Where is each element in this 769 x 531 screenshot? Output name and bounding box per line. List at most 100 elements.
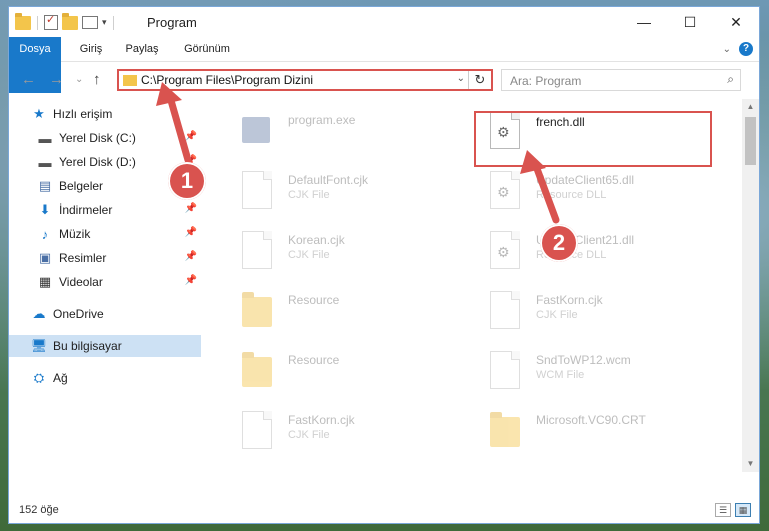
file-list: program.exe ⚙ french.dll DefaultFont.cjk… [214,99,734,484]
file-name: program.exe [288,113,356,127]
large-icons-view-icon[interactable]: ▦ [735,503,751,517]
file-type: CJK File [288,189,330,201]
navigation-bar: ← → ⌄ ↑ C:\Program Files\Program Dizini … [9,62,759,96]
close-button[interactable]: ✕ [713,7,759,37]
highlight-box [474,111,712,167]
file-name: Resource [288,353,340,367]
file-type: CJK File [288,429,330,441]
pin-icon[interactable]: 📌 [185,203,197,214]
window-title: Program [147,15,197,30]
zip-folder-icon [490,412,520,447]
address-bar[interactable]: C:\Program Files\Program Dizini ⌄ ↻ [117,69,493,91]
up-arrow-icon[interactable]: ↑ [93,71,101,88]
file-type: Resource DLL [536,189,607,201]
details-view-icon[interactable]: ☰ [715,503,731,517]
download-icon: ⬇ [39,202,51,217]
sidebar-item-music[interactable]: ♪ Müzik 📌 [9,223,201,245]
sidebar-item-label: Ağ [53,371,68,385]
rename-icon[interactable] [82,16,98,29]
file-icon [490,351,520,389]
sidebar-item-label: Yerel Disk (C:) [59,131,136,145]
recent-locations-chevron-icon[interactable]: ⌄ [75,74,83,85]
refresh-icon[interactable]: ↻ [468,71,491,89]
scroll-up-icon[interactable]: ▲ [742,99,759,115]
pin-icon[interactable]: 📌 [185,275,197,286]
scrollbar-thumb[interactable] [745,117,756,165]
file-name: Korean.cjk [288,233,345,247]
videos-icon: ▦ [38,274,52,289]
sidebar-item-label: Bu bilgisayar [53,339,122,353]
dll-icon: ⚙ [490,231,520,269]
file-icon [242,231,272,269]
folder-icon [123,75,137,86]
star-icon: ★ [33,106,45,121]
sidebar-item-label: Belgeler [59,179,104,193]
sidebar-item-label: Hızlı erişim [53,107,113,121]
back-arrow-icon[interactable]: ← [21,71,36,88]
file-item[interactable]: FastKorn.cjk CJK File [224,405,454,461]
properties-icon[interactable] [44,13,58,30]
sidebar-item-pictures[interactable]: ▣ Resimler 📌 [9,247,201,269]
minimize-button[interactable]: — [621,7,667,37]
tab-share[interactable]: Paylaş [117,37,167,61]
sidebar-item-local-disk-c[interactable]: ▬ Yerel Disk (C:) 📌 [9,127,201,149]
folder-icon [242,352,272,387]
vertical-scrollbar[interactable]: ▲ ▼ [742,99,759,472]
search-box[interactable]: ⌕ [501,69,741,91]
file-item[interactable]: Resource [224,345,454,401]
callout-1: 1 [168,162,206,200]
item-count: 152 öğe [19,504,59,516]
file-type: CJK File [288,249,330,261]
tab-view[interactable]: Görünüm [177,37,237,61]
divider [37,15,38,30]
expand-ribbon-chevron-icon[interactable]: ⌄ [723,44,731,55]
search-input[interactable] [508,71,712,91]
new-folder-icon[interactable] [62,12,78,30]
pin-icon[interactable]: 📌 [185,251,197,262]
pin-icon[interactable]: 📌 [185,227,197,238]
pin-icon[interactable]: 📌 [185,131,197,142]
file-type: WCM File [536,369,585,381]
customize-chevron-icon[interactable]: ▾ [102,17,107,28]
sidebar-item-downloads[interactable]: ⬇ İndirmeler 📌 [9,199,201,221]
file-icon [242,171,272,209]
file-item[interactable]: FastKorn.cjk CJK File [472,285,702,341]
help-button[interactable]: ? [739,42,753,56]
navigation-pane: ★ Hızlı erişim ▬ Yerel Disk (C:) 📌 ▬ Yer… [9,103,201,483]
sidebar-item-quick-access[interactable]: ★ Hızlı erişim [9,103,201,125]
status-bar: 152 öğe ☰ ▦ [9,499,759,523]
file-item[interactable]: ⚙ UpdateClient65.dll Resource DLL [472,165,702,221]
sidebar-item-videos[interactable]: ▦ Videolar 📌 [9,271,201,293]
exe-icon [242,117,270,143]
address-dropdown-chevron-icon[interactable]: ⌄ [457,73,465,84]
drive-icon: ▬ [38,130,52,146]
ribbon-tabs: Dosya Giriş Paylaş Görünüm ⌄ ? [9,37,759,93]
sidebar-item-this-pc[interactable]: 🖥 Bu bilgisayar [9,335,201,357]
file-name: FastKorn.cjk [288,413,355,427]
file-item[interactable]: Korean.cjk CJK File [224,225,454,281]
callout-2: 2 [540,224,578,262]
sidebar-item-label: Videolar [59,275,103,289]
tab-home[interactable]: Giriş [71,37,111,61]
file-name: Resource [288,293,340,307]
file-item[interactable]: ⚙ UpdateClient21.dll Resource DLL [472,225,702,281]
file-item[interactable]: Resource [224,285,454,341]
sidebar-item-label: İndirmeler [59,203,113,217]
sidebar-item-label: Yerel Disk (D:) [59,155,136,169]
scroll-down-icon[interactable]: ▼ [742,456,759,472]
address-path[interactable]: C:\Program Files\Program Dizini [141,73,313,87]
documents-icon: ▤ [38,178,52,193]
gear-icon: ⚙ [497,184,510,200]
search-icon[interactable]: ⌕ [727,72,734,87]
file-item[interactable]: DefaultFont.cjk CJK File [224,165,454,221]
sidebar-item-onedrive[interactable]: ☁ OneDrive [9,303,201,325]
forward-arrow-icon[interactable]: → [49,71,64,88]
maximize-button[interactable]: ☐ [667,7,713,37]
file-name: DefaultFont.cjk [288,173,369,187]
sidebar-item-label: OneDrive [53,307,104,321]
file-item[interactable]: Microsoft.VC90.CRT [472,405,702,461]
file-item[interactable]: SndToWP12.wcm WCM File [472,345,702,401]
view-switcher: ☰ ▦ [715,503,751,517]
file-item[interactable]: program.exe [224,105,454,161]
sidebar-item-network[interactable]: ⛭ Ağ [9,367,201,389]
